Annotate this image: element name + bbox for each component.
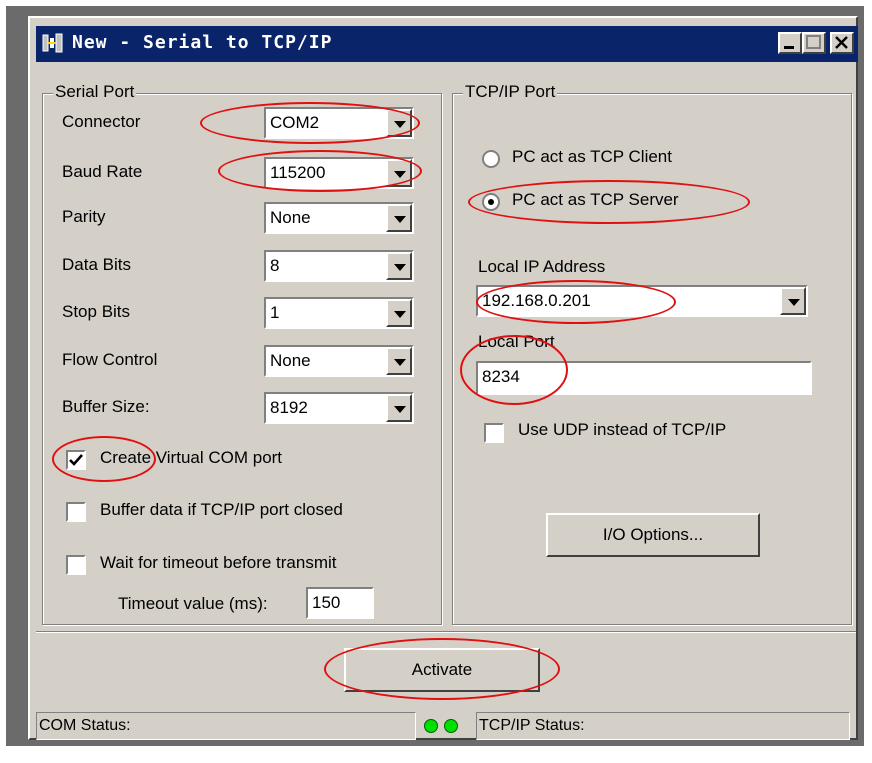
tcp-server-label[interactable]: PC act as TCP Server [512, 190, 679, 210]
parity-label: Parity [62, 207, 106, 226]
data-bits-label: Data Bits [62, 255, 131, 274]
maximize-button[interactable] [802, 32, 826, 54]
buffer-size-label: Buffer Size: [62, 397, 150, 416]
timeout-value-label: Timeout value (ms): [118, 594, 268, 613]
close-button[interactable] [830, 32, 854, 54]
local-port-field[interactable]: 8234 [476, 361, 812, 395]
separator [36, 631, 856, 633]
local-ip-value: 192.168.0.201 [482, 291, 591, 310]
local-ip-label: Local IP Address [478, 257, 606, 276]
maximize-icon [806, 35, 821, 49]
buffer-data-label[interactable]: Buffer data if TCP/IP port closed [100, 500, 343, 520]
connector-select[interactable]: COM2 [264, 107, 414, 139]
buffer-size-select[interactable]: 8192 [264, 392, 414, 424]
flow-control-label: Flow Control [62, 350, 158, 369]
chevron-down-icon[interactable] [386, 159, 412, 187]
tcpip-port-legend: TCP/IP Port [463, 82, 558, 102]
chevron-down-icon[interactable] [386, 394, 412, 422]
timeout-value-text: 150 [312, 593, 341, 612]
baud-rate-select[interactable]: 115200 [264, 157, 414, 189]
serial-port-legend: Serial Port [53, 82, 137, 102]
data-bits-value: 8 [270, 256, 280, 275]
flow-control-select[interactable]: None [264, 345, 414, 377]
chevron-down-icon[interactable] [780, 287, 806, 315]
chevron-down-icon[interactable] [386, 109, 412, 137]
tcp-server-radio[interactable] [482, 193, 500, 211]
tcp-client-radio[interactable] [482, 150, 500, 168]
parity-select[interactable]: None [264, 202, 414, 234]
close-icon [835, 36, 848, 49]
baud-rate-value: 115200 [270, 163, 326, 182]
create-virtual-com-checkbox[interactable] [66, 450, 86, 470]
chevron-down-icon[interactable] [386, 252, 412, 280]
io-options-button[interactable]: I/O Options... [546, 513, 760, 557]
wait-timeout-checkbox[interactable] [66, 555, 86, 575]
parity-value: None [270, 208, 311, 227]
window-title: New - Serial to TCP/IP [72, 32, 333, 53]
tcpip-status-led-icon [444, 719, 458, 733]
tcpip-status-text: TCP/IP Status: [479, 717, 585, 734]
chevron-down-icon[interactable] [386, 299, 412, 327]
stop-bits-label: Stop Bits [62, 302, 131, 321]
local-port-value: 8234 [482, 367, 520, 386]
stop-bits-select[interactable]: 1 [264, 297, 414, 329]
com-status-text: COM Status: [39, 717, 131, 734]
connector-label: Connector [62, 112, 141, 131]
title-bar[interactable]: New - Serial to TCP/IP [36, 26, 858, 62]
data-bits-select[interactable]: 8 [264, 250, 414, 282]
tcpip-status-panel: TCP/IP Status: [476, 712, 850, 740]
buffer-size-value: 8192 [270, 398, 308, 417]
wait-timeout-label[interactable]: Wait for timeout before transmit [100, 553, 337, 573]
chevron-down-icon[interactable] [386, 347, 412, 375]
timeout-value-field[interactable]: 150 [306, 587, 374, 619]
flow-control-value: None [270, 351, 311, 370]
local-port-label: Local Port [478, 332, 555, 351]
connector-value: COM2 [270, 113, 320, 132]
tcp-client-label[interactable]: PC act as TCP Client [512, 147, 672, 167]
stop-bits-value: 1 [270, 303, 280, 322]
com-status-led-icon [424, 719, 438, 733]
baud-rate-label: Baud Rate [62, 162, 143, 181]
use-udp-checkbox[interactable] [484, 423, 504, 443]
checkmark-icon [69, 454, 83, 466]
create-virtual-com-label[interactable]: Create Virtual COM port [100, 448, 282, 468]
app-network-icon [42, 33, 63, 53]
activate-button[interactable]: Activate [344, 648, 540, 692]
buffer-data-checkbox[interactable] [66, 502, 86, 522]
use-udp-label[interactable]: Use UDP instead of TCP/IP [518, 420, 726, 440]
com-status-panel: COM Status: [36, 712, 416, 740]
minimize-button[interactable] [778, 32, 802, 54]
minimize-icon [784, 46, 794, 49]
chevron-down-icon[interactable] [386, 204, 412, 232]
local-ip-select[interactable]: 192.168.0.201 [476, 285, 808, 317]
